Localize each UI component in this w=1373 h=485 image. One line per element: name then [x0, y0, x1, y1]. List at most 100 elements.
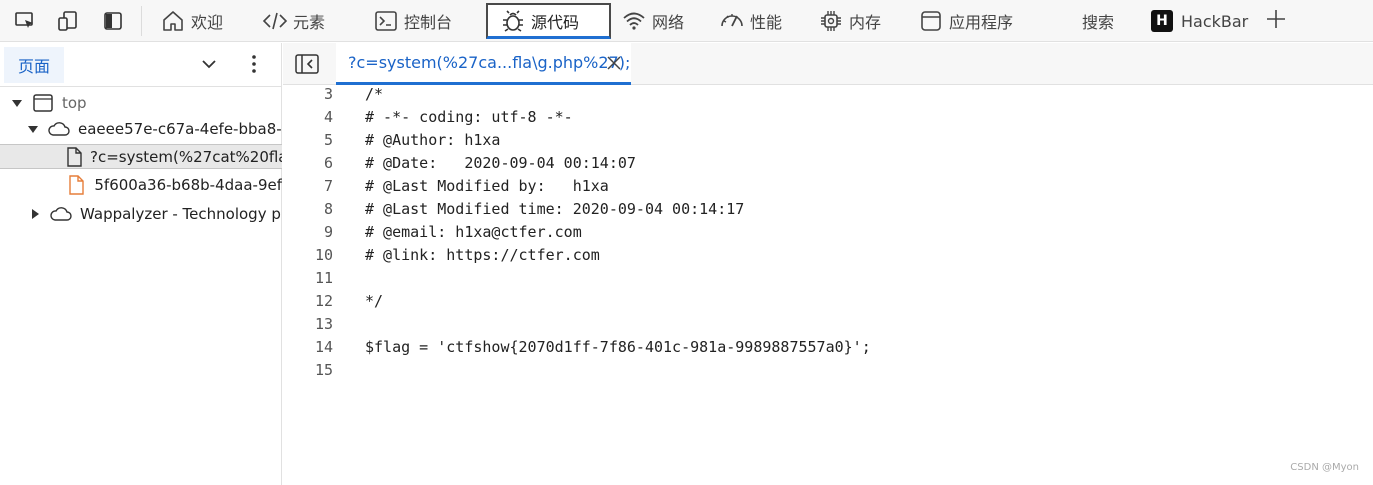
code-text: */ [365, 291, 384, 310]
code-line: 11 [283, 266, 1373, 289]
code-line: 6 # @Date: 2020-09-04 00:14:07 [283, 151, 1373, 174]
code-line: 12 */ [283, 289, 1373, 312]
code-text: # @email: h1xa@ctfer.com [365, 222, 582, 241]
chip-icon [818, 8, 844, 34]
code-text: # -*- coding: utf-8 -*- [365, 107, 573, 126]
gauge-icon [719, 8, 745, 34]
navigator-header: 页面 [0, 43, 281, 87]
close-icon[interactable] [605, 54, 623, 72]
line-number: 4 [323, 107, 333, 126]
tab-label: 性能 [750, 13, 783, 32]
line-number: 14 [314, 337, 333, 356]
line-number: 11 [314, 268, 333, 287]
line-number: 10 [314, 245, 333, 264]
tree-node-top[interactable]: top [0, 90, 282, 115]
chevron-down-icon[interactable] [198, 53, 220, 75]
code-text: # @Author: h1xa [365, 130, 501, 149]
tab-label: 元素 [293, 13, 326, 32]
tree-node-label: top [62, 93, 87, 112]
line-number: 12 [314, 291, 333, 310]
code-tag-icon [262, 8, 288, 34]
tree-node-label: eaeee57e-c67a-4efe-bba8-9 [78, 119, 282, 138]
code-text: $flag = 'ctfshow{2070d1ff-7f86-401c-981a… [365, 337, 871, 356]
frame-icon [32, 93, 54, 113]
inspect-element-icon[interactable] [13, 9, 37, 33]
code-text: # @link: https://ctfer.com [365, 245, 600, 264]
line-number: 7 [323, 176, 333, 195]
code-editor[interactable]: 3 /* 4 # -*- coding: utf-8 -*- 5 # @Author:… [283, 85, 1373, 485]
editor-file-tab[interactable]: ?c=system(%27ca...fla\g.php%27); [336, 43, 631, 85]
tab-performance[interactable]: 性能 [719, 3, 782, 39]
tab-label: 控制台 [404, 13, 453, 32]
tab-elements[interactable]: 元素 [262, 3, 325, 39]
line-number: 15 [314, 360, 333, 379]
tab-label: 网络 [652, 13, 685, 32]
navigator-panel: 页面 top eaeee57e-c67a-4efe-bba8-9 ?c=syst… [0, 43, 282, 485]
tab-label: HackBar [1181, 11, 1249, 31]
collapsed-triangle-icon[interactable] [30, 208, 40, 219]
code-line: 7 # @Last Modified by: h1xa [283, 174, 1373, 197]
expanded-triangle-icon[interactable] [12, 98, 22, 108]
tab-network[interactable]: 网络 [621, 3, 684, 39]
file-icon [66, 146, 82, 167]
cloud-icon [50, 204, 72, 224]
code-line: 8 # @Last Modified time: 2020-09-04 00:14… [283, 197, 1373, 220]
cloud-icon [48, 119, 70, 139]
tree-node-file-selected[interactable]: ?c=system(%27cat%20fla [0, 144, 282, 169]
tab-label: 欢迎 [191, 13, 224, 32]
home-icon [160, 8, 186, 34]
tab-welcome[interactable]: 欢迎 [160, 3, 223, 39]
code-line: 5 # @Author: h1xa [283, 128, 1373, 151]
watermark: CSDN @Myon⁠ [1290, 462, 1359, 473]
tab-hackbar[interactable]: H HackBar [1151, 3, 1248, 39]
line-number: 9 [323, 222, 333, 241]
code-line: 13 [283, 312, 1373, 335]
wifi-icon [621, 8, 647, 34]
tab-label: 应用程序 [949, 13, 1014, 32]
tree-node-label: 5f600a36-b68b-4daa-9ef [94, 175, 282, 194]
tree-node-extension[interactable]: Wappalyzer - Technology pr [0, 201, 282, 226]
tab-page[interactable]: 页面 [4, 47, 64, 83]
devtools-toolbar: 欢迎 元素 控制台 源代码 网络 性能 内存 应用程序 搜索 H HackBar [0, 0, 1373, 42]
line-number: 5 [323, 130, 333, 149]
line-number: 13 [314, 314, 333, 333]
dock-side-icon[interactable] [101, 9, 125, 33]
tab-application[interactable]: 应用程序 [918, 3, 1013, 39]
tab-label: 源代码 [531, 12, 580, 32]
tab-sources[interactable]: 源代码 [486, 3, 611, 39]
file-orange-icon [66, 174, 86, 195]
tab-label: 内存 [849, 13, 882, 32]
code-line: 4 # -*- coding: utf-8 -*- [283, 105, 1373, 128]
console-icon [373, 8, 399, 34]
expanded-triangle-icon[interactable] [28, 124, 38, 134]
add-tool-icon[interactable] [1265, 8, 1287, 34]
code-line: 9 # @email: h1xa@ctfer.com [283, 220, 1373, 243]
code-line: 15 [283, 358, 1373, 381]
editor-panel: ?c=system(%27ca...fla\g.php%27); 3 /* 4 # … [283, 43, 1373, 485]
device-emulation-icon[interactable] [56, 9, 80, 33]
window-icon [918, 8, 944, 34]
tree-node-label: ?c=system(%27cat%20fla [90, 147, 282, 166]
code-text: # @Last Modified time: 2020-09-04 00:14:… [365, 199, 745, 218]
tree-node-label: Wappalyzer - Technology pr [80, 204, 282, 223]
tab-search[interactable]: 搜索 [1082, 3, 1114, 39]
toolbar-divider [141, 6, 142, 36]
code-line: 3 /* [283, 82, 1373, 105]
code-text: # @Last Modified by: h1xa [365, 176, 609, 195]
bug-icon [500, 8, 526, 34]
hackbar-logo: H [1151, 10, 1173, 32]
editor-tab-strip: ?c=system(%27ca...fla\g.php%27); [283, 43, 1373, 85]
more-options-icon[interactable] [243, 53, 265, 75]
toggle-navigator-icon[interactable] [295, 53, 319, 75]
tab-console[interactable]: 控制台 [373, 3, 452, 39]
line-number: 6 [323, 153, 333, 172]
tab-label: 搜索 [1082, 13, 1115, 32]
tree-node-domain[interactable]: eaeee57e-c67a-4efe-bba8-9 [0, 116, 282, 141]
tab-memory[interactable]: 内存 [818, 3, 881, 39]
code-line: 10 # @link: https://ctfer.com [283, 243, 1373, 266]
code-line: 14 $flag = 'ctfshow{2070d1ff-7f86-401c-98… [283, 335, 1373, 358]
line-number: 8 [323, 199, 333, 218]
code-text: /* [365, 84, 384, 103]
tree-node-file[interactable]: 5f600a36-b68b-4daa-9ef [0, 172, 282, 197]
file-tab-label: ?c=system(%27ca...fla\g.php%27); [348, 53, 631, 72]
